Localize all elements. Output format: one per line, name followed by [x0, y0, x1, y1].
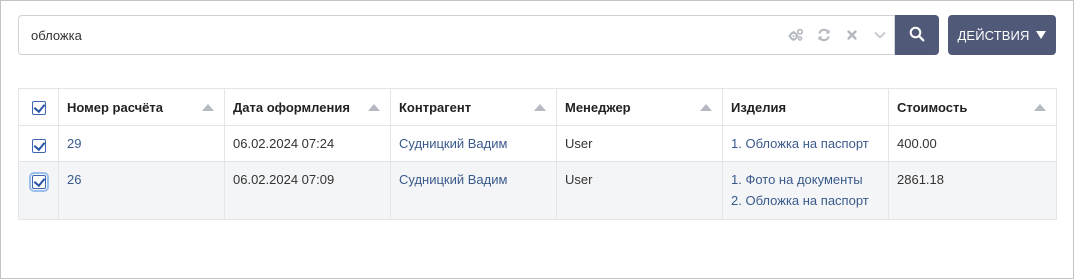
column-label: Контрагент — [399, 99, 472, 115]
sort-up-icon[interactable] — [700, 104, 712, 111]
column-label: Менеджер — [565, 99, 631, 115]
row-checkbox[interactable] — [28, 171, 49, 192]
column-header-date[interactable]: Дата оформления — [224, 88, 391, 126]
column-label: Номер расчёта — [67, 99, 163, 115]
clear-icon[interactable] — [843, 27, 860, 44]
column-label: Стоимость — [897, 99, 968, 115]
sort-up-icon[interactable] — [534, 104, 546, 111]
search-bar — [18, 15, 895, 55]
counterparty-cell: Судницкий Вадим — [390, 161, 557, 220]
column-header-cost[interactable]: Стоимость — [888, 88, 1057, 126]
table-row[interactable]: 26 06.02.2024 07:09 Судницкий Вадим User… — [18, 161, 1057, 220]
column-header-number[interactable]: Номер расчёта — [58, 88, 225, 126]
calculation-number-link[interactable]: 26 — [67, 172, 81, 187]
table-row[interactable]: 29 06.02.2024 07:24 Судницкий Вадим User… — [18, 125, 1057, 162]
settings-cogs-icon[interactable] — [787, 27, 804, 44]
date-cell: 06.02.2024 07:09 — [224, 161, 391, 220]
caret-down-icon — [1036, 31, 1047, 39]
counterparty-link[interactable]: Судницкий Вадим — [399, 172, 507, 187]
cost-cell: 2861.18 — [888, 161, 1057, 220]
manager-cell: User — [556, 161, 723, 220]
chevron-down-icon[interactable] — [871, 27, 888, 44]
column-header-manager[interactable]: Менеджер — [556, 88, 723, 126]
counterparty-link[interactable]: Судницкий Вадим — [399, 136, 507, 151]
search-input[interactable] — [19, 16, 769, 54]
select-all-cell — [18, 88, 59, 126]
date-cell: 06.02.2024 07:24 — [224, 125, 391, 162]
sort-up-icon[interactable] — [368, 104, 380, 111]
item-link[interactable]: 2. Обложка на паспорт — [731, 193, 880, 208]
column-header-counterparty[interactable]: Контрагент — [390, 88, 557, 126]
row-select-cell — [18, 161, 59, 220]
manager-cell: User — [556, 125, 723, 162]
refresh-icon[interactable] — [815, 27, 832, 44]
search-button[interactable] — [895, 15, 939, 55]
app-frame: ДЕЙСТВИЯ Номер расчёта — [0, 0, 1074, 279]
column-header-items: Изделия — [722, 88, 889, 126]
item-link[interactable]: 1. Обложка на паспорт — [731, 136, 880, 151]
row-checkbox[interactable] — [31, 138, 46, 153]
counterparty-cell: Судницкий Вадим — [390, 125, 557, 162]
sort-up-icon[interactable] — [202, 104, 214, 111]
items-cell: 1. Обложка на паспорт — [722, 125, 889, 162]
actions-label: ДЕЙСТВИЯ — [957, 27, 1030, 43]
column-label: Изделия — [731, 99, 787, 115]
search-icon — [909, 26, 925, 45]
items-cell: 1. Фото на документы 2. Обложка на паспо… — [722, 161, 889, 220]
search-tools — [787, 16, 888, 54]
item-link[interactable]: 1. Фото на документы — [731, 172, 880, 187]
actions-dropdown-button[interactable]: ДЕЙСТВИЯ — [948, 15, 1056, 55]
calculations-table: Номер расчёта Дата оформления Контрагент… — [18, 88, 1057, 220]
column-label: Дата оформления — [233, 99, 350, 115]
sort-up-icon[interactable] — [1034, 104, 1046, 111]
select-all-checkbox[interactable] — [31, 100, 46, 115]
row-select-cell — [18, 125, 59, 162]
cost-cell: 400.00 — [888, 125, 1057, 162]
number-cell: 29 — [58, 125, 225, 162]
table-header-row: Номер расчёта Дата оформления Контрагент… — [18, 88, 1057, 126]
number-cell: 26 — [58, 161, 225, 220]
calculation-number-link[interactable]: 29 — [67, 136, 81, 151]
